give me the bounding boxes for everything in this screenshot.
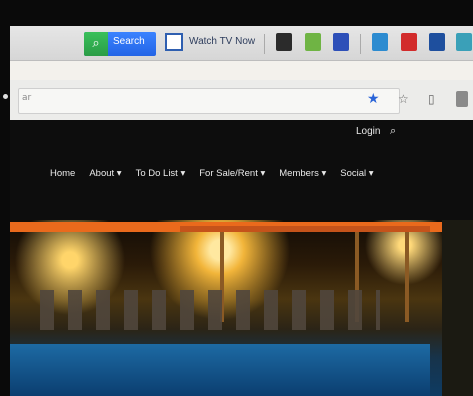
toolbar-app-icon[interactable] xyxy=(372,33,388,51)
toolbar-app-icon[interactable] xyxy=(456,33,472,51)
nav-social[interactable]: Social ▾ xyxy=(340,168,373,179)
extension-icon[interactable] xyxy=(456,91,468,107)
nav-home[interactable]: Home xyxy=(50,168,75,179)
nav-members[interactable]: Members ▾ xyxy=(279,168,326,179)
address-bar[interactable] xyxy=(18,88,400,114)
nav-for-sale-rent[interactable]: For Sale/Rent ▾ xyxy=(199,168,265,179)
star-icon[interactable]: ★ xyxy=(367,91,380,107)
toolbar-app-icon[interactable] xyxy=(429,33,445,51)
hero-foliage xyxy=(442,220,473,396)
nav-to-do-list[interactable]: To Do List ▾ xyxy=(136,168,186,179)
toolbar-separator xyxy=(264,34,265,54)
toolbar-separator xyxy=(360,34,361,54)
bookmark-icon[interactable]: ☆ xyxy=(398,92,409,106)
toolbar-app-icon[interactable] xyxy=(305,33,321,51)
main-nav: Home About ▾ To Do List ▾ For Sale/Rent … xyxy=(50,168,374,179)
hero-roofline xyxy=(180,226,430,232)
hero-lounge-chairs xyxy=(40,290,380,330)
screen-bezel-left xyxy=(0,0,10,396)
search-icon[interactable]: ⌕ xyxy=(84,32,108,56)
search-icon[interactable]: ⌕ xyxy=(390,124,396,138)
search-button-label: Search xyxy=(113,36,145,47)
watch-tv-link[interactable]: Watch TV Now xyxy=(189,36,255,47)
toolbar-app-icon[interactable] xyxy=(333,33,349,51)
nav-about[interactable]: About ▾ xyxy=(89,168,121,179)
toolbar-app-icon[interactable] xyxy=(276,33,292,51)
hero-pillar xyxy=(405,232,409,322)
login-link[interactable]: Login xyxy=(356,126,380,137)
bezel-dot xyxy=(3,94,8,99)
hero-pool xyxy=(10,344,430,396)
screen-bezel-top xyxy=(0,0,473,26)
tv-icon[interactable] xyxy=(165,33,183,51)
trash-icon[interactable]: ▯ xyxy=(428,92,435,106)
toolbar-app-icon[interactable] xyxy=(401,33,417,51)
address-text: ar xyxy=(22,93,32,103)
